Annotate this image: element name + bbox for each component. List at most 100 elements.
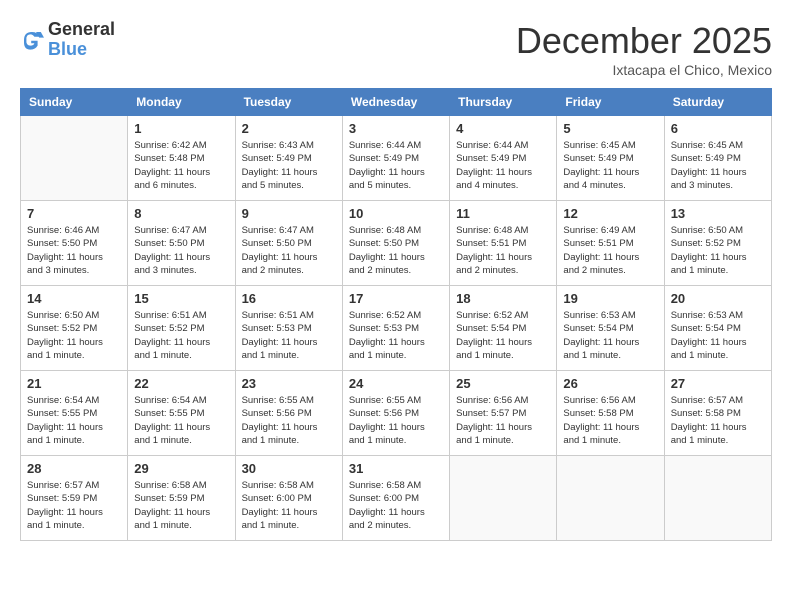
day-number: 19	[563, 291, 657, 306]
day-info: Sunrise: 6:58 AMSunset: 5:59 PMDaylight:…	[134, 479, 228, 532]
calendar-day-cell: 13Sunrise: 6:50 AMSunset: 5:52 PMDayligh…	[664, 201, 771, 286]
day-number: 13	[671, 206, 765, 221]
day-number: 5	[563, 121, 657, 136]
day-info: Sunrise: 6:54 AMSunset: 5:55 PMDaylight:…	[134, 394, 228, 447]
calendar-day-cell	[21, 116, 128, 201]
day-number: 11	[456, 206, 550, 221]
day-number: 23	[242, 376, 336, 391]
calendar-day-cell: 26Sunrise: 6:56 AMSunset: 5:58 PMDayligh…	[557, 371, 664, 456]
day-number: 30	[242, 461, 336, 476]
day-info: Sunrise: 6:53 AMSunset: 5:54 PMDaylight:…	[563, 309, 657, 362]
day-number: 31	[349, 461, 443, 476]
day-number: 12	[563, 206, 657, 221]
calendar-day-cell: 25 Sunrise: 6:56 AMSunset: 5:57 PMDayligh…	[450, 371, 557, 456]
day-info: Sunrise: 6:47 AMSunset: 5:50 PMDaylight:…	[242, 224, 336, 277]
calendar-day-cell: 2 Sunrise: 6:43 AMSunset: 5:49 PMDaylight…	[235, 116, 342, 201]
logo-icon	[20, 28, 44, 52]
day-number: 14	[27, 291, 121, 306]
calendar-table: SundayMondayTuesdayWednesdayThursdayFrid…	[20, 88, 772, 541]
calendar-day-cell: 22 Sunrise: 6:54 AMSunset: 5:55 PMDayligh…	[128, 371, 235, 456]
day-info: Sunrise: 6:55 AMSunset: 5:56 PMDaylight:…	[349, 394, 443, 447]
day-info: Sunrise: 6:45 AMSunset: 5:49 PMDaylight:…	[563, 139, 657, 192]
calendar-week-row: 21 Sunrise: 6:54 AMSunset: 5:55 PMDayligh…	[21, 371, 772, 456]
day-info: Sunrise: 6:57 AMSunset: 5:59 PMDaylight:…	[27, 479, 121, 532]
day-info: Sunrise: 6:58 AMSunset: 6:00 PMDaylight:…	[242, 479, 336, 532]
day-info: Sunrise: 6:56 AMSunset: 5:57 PMDaylight:…	[456, 394, 550, 447]
day-info: Sunrise: 6:49 AMSunset: 5:51 PMDaylight:…	[563, 224, 657, 277]
weekday-header: Monday	[128, 89, 235, 116]
day-number: 15	[134, 291, 228, 306]
calendar-day-cell: 5 Sunrise: 6:45 AMSunset: 5:49 PMDaylight…	[557, 116, 664, 201]
calendar-week-row: 1 Sunrise: 6:42 AMSunset: 5:48 PMDaylight…	[21, 116, 772, 201]
day-info: Sunrise: 6:42 AMSunset: 5:48 PMDaylight:…	[134, 139, 228, 192]
calendar-day-cell: 11 Sunrise: 6:48 AMSunset: 5:51 PMDayligh…	[450, 201, 557, 286]
day-number: 28	[27, 461, 121, 476]
day-info: Sunrise: 6:54 AMSunset: 5:55 PMDaylight:…	[27, 394, 121, 447]
day-info: Sunrise: 6:52 AMSunset: 5:53 PMDaylight:…	[349, 309, 443, 362]
calendar-day-cell	[450, 456, 557, 541]
calendar-day-cell: 9 Sunrise: 6:47 AMSunset: 5:50 PMDaylight…	[235, 201, 342, 286]
day-info: Sunrise: 6:44 AMSunset: 5:49 PMDaylight:…	[456, 139, 550, 192]
day-info: Sunrise: 6:52 AMSunset: 5:54 PMDaylight:…	[456, 309, 550, 362]
day-info: Sunrise: 6:48 AMSunset: 5:51 PMDaylight:…	[456, 224, 550, 277]
weekday-header: Tuesday	[235, 89, 342, 116]
day-number: 18	[456, 291, 550, 306]
day-info: Sunrise: 6:48 AMSunset: 5:50 PMDaylight:…	[349, 224, 443, 277]
day-number: 24	[349, 376, 443, 391]
weekday-header: Thursday	[450, 89, 557, 116]
location: Ixtacapa el Chico, Mexico	[516, 62, 772, 78]
day-number: 26	[563, 376, 657, 391]
calendar-day-cell: 19 Sunrise: 6:53 AMSunset: 5:54 PMDayligh…	[557, 286, 664, 371]
title-block: December 2025 Ixtacapa el Chico, Mexico	[516, 20, 772, 78]
calendar-day-cell: 23 Sunrise: 6:55 AMSunset: 5:56 PMDayligh…	[235, 371, 342, 456]
day-number: 7	[27, 206, 121, 221]
day-info: Sunrise: 6:43 AMSunset: 5:49 PMDaylight:…	[242, 139, 336, 192]
calendar-day-cell: 24 Sunrise: 6:55 AMSunset: 5:56 PMDayligh…	[342, 371, 449, 456]
calendar-day-cell: 21 Sunrise: 6:54 AMSunset: 5:55 PMDayligh…	[21, 371, 128, 456]
calendar-day-cell: 18 Sunrise: 6:52 AMSunset: 5:54 PMDayligh…	[450, 286, 557, 371]
calendar-day-cell: 27 Sunrise: 6:57 AMSunset: 5:58 PMDayligh…	[664, 371, 771, 456]
weekday-header-row: SundayMondayTuesdayWednesdayThursdayFrid…	[21, 89, 772, 116]
day-number: 3	[349, 121, 443, 136]
calendar-day-cell: 28 Sunrise: 6:57 AMSunset: 5:59 PMDayligh…	[21, 456, 128, 541]
calendar-day-cell: 17 Sunrise: 6:52 AMSunset: 5:53 PMDayligh…	[342, 286, 449, 371]
day-info: Sunrise: 6:58 AMSunset: 6:00 PMDaylight:…	[349, 479, 443, 532]
calendar-day-cell: 20Sunrise: 6:53 AMSunset: 5:54 PMDayligh…	[664, 286, 771, 371]
day-info: Sunrise: 6:44 AMSunset: 5:49 PMDaylight:…	[349, 139, 443, 192]
logo: General Blue	[20, 20, 115, 60]
calendar-day-cell: 6Sunrise: 6:45 AMSunset: 5:49 PMDaylight…	[664, 116, 771, 201]
month-title: December 2025	[516, 20, 772, 62]
calendar-day-cell	[557, 456, 664, 541]
calendar-day-cell: 10Sunrise: 6:48 AMSunset: 5:50 PMDayligh…	[342, 201, 449, 286]
day-number: 27	[671, 376, 765, 391]
weekday-header: Wednesday	[342, 89, 449, 116]
calendar-day-cell: 16 Sunrise: 6:51 AMSunset: 5:53 PMDayligh…	[235, 286, 342, 371]
day-info: Sunrise: 6:55 AMSunset: 5:56 PMDaylight:…	[242, 394, 336, 447]
day-number: 25	[456, 376, 550, 391]
day-number: 16	[242, 291, 336, 306]
logo-text: General Blue	[48, 20, 115, 60]
day-info: Sunrise: 6:53 AMSunset: 5:54 PMDaylight:…	[671, 309, 765, 362]
day-info: Sunrise: 6:50 AMSunset: 5:52 PMDaylight:…	[27, 309, 121, 362]
page-header: General Blue December 2025 Ixtacapa el C…	[20, 20, 772, 78]
day-info: Sunrise: 6:51 AMSunset: 5:52 PMDaylight:…	[134, 309, 228, 362]
calendar-day-cell: 14 Sunrise: 6:50 AMSunset: 5:52 PMDayligh…	[21, 286, 128, 371]
day-number: 2	[242, 121, 336, 136]
day-number: 21	[27, 376, 121, 391]
calendar-day-cell: 7Sunrise: 6:46 AMSunset: 5:50 PMDaylight…	[21, 201, 128, 286]
day-number: 1	[134, 121, 228, 136]
calendar-day-cell: 31 Sunrise: 6:58 AMSunset: 6:00 PMDayligh…	[342, 456, 449, 541]
day-info: Sunrise: 6:51 AMSunset: 5:53 PMDaylight:…	[242, 309, 336, 362]
day-number: 6	[671, 121, 765, 136]
day-info: Sunrise: 6:57 AMSunset: 5:58 PMDaylight:…	[671, 394, 765, 447]
calendar-day-cell: 1 Sunrise: 6:42 AMSunset: 5:48 PMDaylight…	[128, 116, 235, 201]
calendar-day-cell: 8Sunrise: 6:47 AMSunset: 5:50 PMDaylight…	[128, 201, 235, 286]
day-number: 9	[242, 206, 336, 221]
weekday-header: Friday	[557, 89, 664, 116]
calendar-day-cell: 29Sunrise: 6:58 AMSunset: 5:59 PMDayligh…	[128, 456, 235, 541]
day-number: 17	[349, 291, 443, 306]
calendar-week-row: 7Sunrise: 6:46 AMSunset: 5:50 PMDaylight…	[21, 201, 772, 286]
day-number: 22	[134, 376, 228, 391]
calendar-day-cell: 3 Sunrise: 6:44 AMSunset: 5:49 PMDaylight…	[342, 116, 449, 201]
calendar-day-cell: 30 Sunrise: 6:58 AMSunset: 6:00 PMDayligh…	[235, 456, 342, 541]
